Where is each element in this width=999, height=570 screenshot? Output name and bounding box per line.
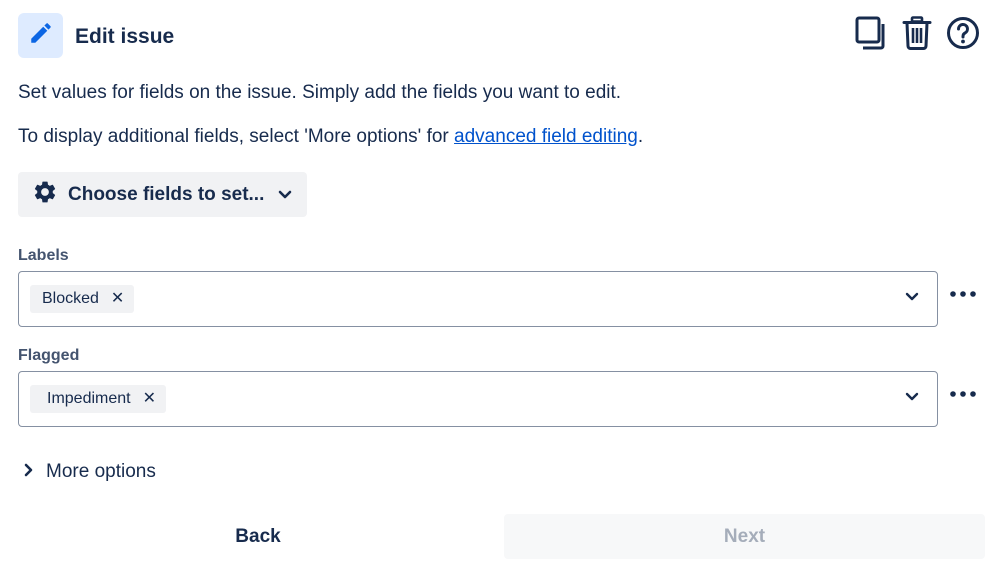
flagged-field-label: Flagged (18, 347, 80, 364)
flagged-select[interactable]: Impediment ✕ (18, 371, 938, 427)
more-horizontal-icon (949, 285, 977, 303)
tag-text: Impediment (47, 390, 131, 407)
choose-fields-button[interactable]: Choose fields to set... (18, 172, 307, 217)
next-button[interactable]: Next (504, 514, 985, 559)
labels-more-actions-button[interactable] (948, 284, 978, 304)
chevron-down-icon[interactable] (905, 392, 919, 402)
delete-button[interactable] (899, 14, 935, 56)
flagged-tag: Impediment ✕ (30, 385, 166, 413)
tag-text: Blocked (42, 290, 99, 307)
choose-fields-label: Choose fields to set... (68, 183, 265, 205)
more-options-label: More options (46, 461, 156, 482)
description-text: To display additional fields, select 'Mo… (18, 126, 455, 147)
description-line-advanced: To display additional fields, select 'Mo… (18, 124, 643, 150)
chevron-down-icon[interactable] (905, 292, 919, 302)
chevron-down-icon (278, 190, 292, 200)
chevron-right-icon (24, 463, 34, 482)
help-button[interactable] (945, 14, 981, 56)
page-title: Edit issue (75, 25, 175, 48)
gear-icon (32, 179, 58, 210)
labels-field-label: Labels (18, 247, 69, 264)
duplicate-icon (855, 16, 887, 55)
more-horizontal-icon (949, 385, 977, 403)
help-icon (946, 16, 980, 55)
advanced-field-editing-link[interactable]: advanced field editing (454, 126, 638, 147)
remove-tag-icon[interactable]: ✕ (111, 291, 124, 307)
label-tag: Blocked ✕ (30, 285, 135, 313)
duplicate-button[interactable] (853, 14, 889, 56)
description-suffix: . (637, 126, 644, 147)
header-icon-box (18, 13, 63, 58)
remove-tag-icon[interactable]: ✕ (143, 391, 156, 407)
flagged-more-actions-button[interactable] (948, 384, 978, 404)
pencil-icon (28, 20, 54, 51)
description-line: Set values for fields on the issue. Simp… (18, 82, 622, 103)
trash-icon (902, 15, 932, 55)
back-button[interactable]: Back (18, 514, 498, 559)
labels-select[interactable]: Blocked ✕ (18, 271, 938, 327)
header-actions (853, 14, 981, 56)
more-options-toggle[interactable]: More options (24, 461, 156, 483)
